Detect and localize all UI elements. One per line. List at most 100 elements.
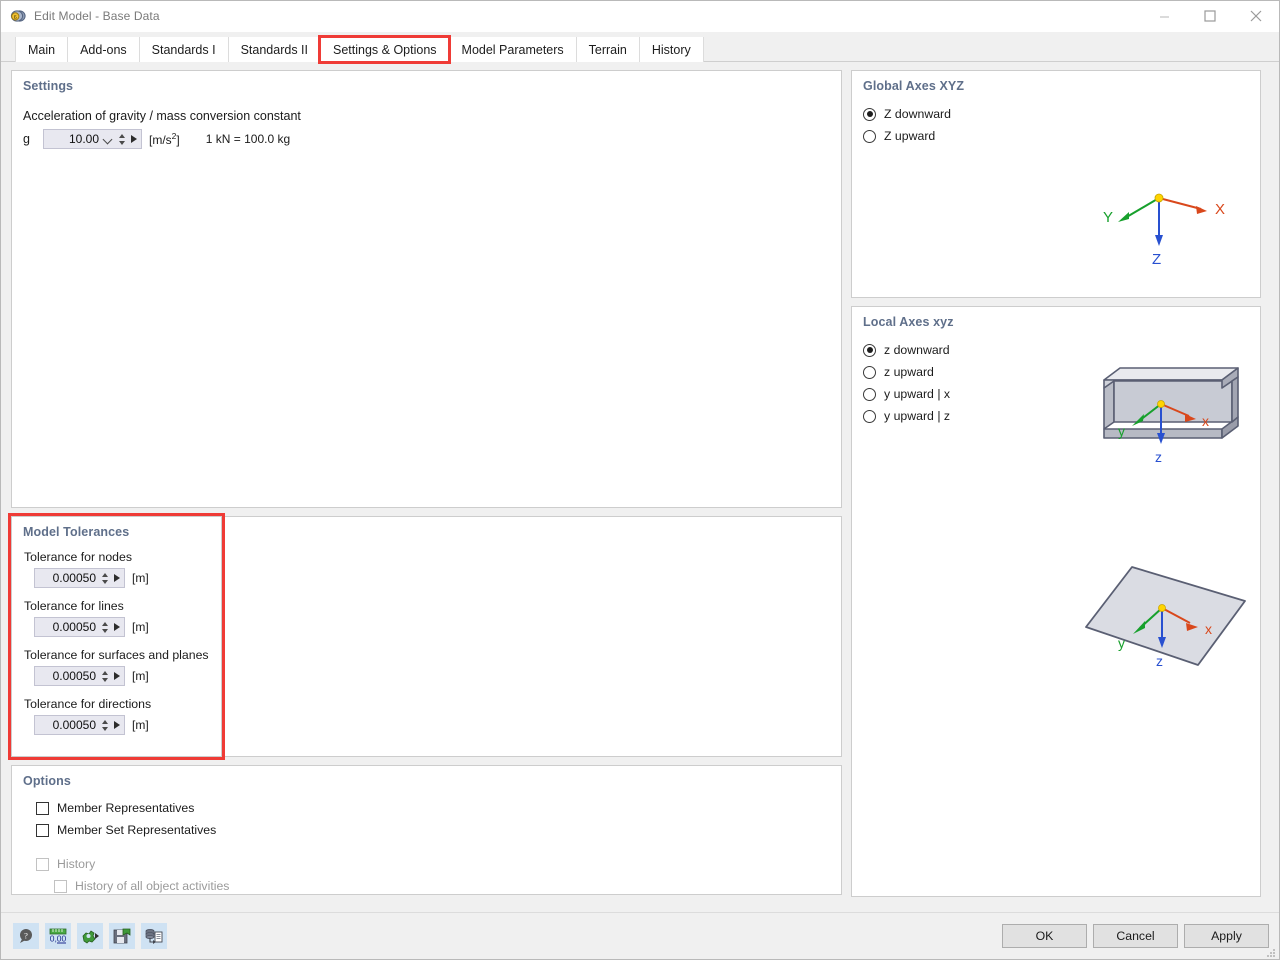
tolerance-directions-value: 0.00050 — [41, 718, 96, 732]
tolerance-group-directions: Tolerance for directions 0.00050 [m] — [12, 686, 221, 735]
spinner-icon[interactable] — [101, 718, 109, 733]
minimize-icon[interactable] — [1141, 1, 1187, 32]
tab-settings-and-options[interactable]: Settings & Options — [320, 37, 449, 62]
units-icon[interactable]: 0,00 — [45, 923, 71, 949]
svg-text:y: y — [1118, 423, 1125, 439]
radio-icon[interactable] — [863, 108, 876, 121]
save-settings-icon[interactable] — [109, 923, 135, 949]
svg-text:?: ? — [24, 931, 28, 941]
settings-panel-title: Settings — [12, 71, 841, 93]
tolerance-lines-label: Tolerance for lines — [24, 599, 221, 613]
tab-model-parameters[interactable]: Model Parameters — [449, 37, 576, 62]
tolerance-directions-input[interactable]: 0.00050 — [34, 715, 125, 735]
global-axes-diagram: X Y Z — [1097, 176, 1247, 281]
option-label: Member Representatives — [57, 801, 194, 815]
settings-arrow-icon[interactable] — [77, 923, 103, 949]
tolerance-surfaces-unit: [m] — [132, 669, 149, 683]
option-member-set-representatives[interactable]: Member Set Representatives — [12, 819, 841, 841]
option-history-all-activities: History of all object activities — [12, 875, 841, 897]
cancel-button[interactable]: Cancel — [1093, 924, 1178, 948]
global-axes-title: Global Axes XYZ — [852, 71, 1260, 93]
tolerances-row: Model Tolerances Tolerance for nodes 0.0… — [11, 516, 842, 757]
tab-standards-ii[interactable]: Standards II — [228, 37, 320, 62]
radio-label: y upward | x — [884, 387, 950, 401]
conversion-note: 1 kN = 100.0 kg — [206, 132, 290, 146]
tolerance-surfaces-label: Tolerance for surfaces and planes — [24, 648, 221, 662]
tolerance-nodes-input[interactable]: 0.00050 — [34, 568, 125, 588]
expand-arrow-icon[interactable] — [114, 721, 120, 729]
checkbox-icon[interactable] — [36, 824, 49, 837]
checkbox-icon[interactable] — [36, 802, 49, 815]
tolerance-nodes-unit: [m] — [132, 571, 149, 585]
spinner-icon[interactable] — [101, 571, 109, 586]
close-icon[interactable] — [1233, 1, 1279, 32]
spinner-icon[interactable] — [118, 132, 126, 147]
svg-text:z: z — [1155, 449, 1162, 465]
options-panel: Options Member Representatives Member Se… — [11, 765, 842, 895]
model-tolerances-panel: Model Tolerances Tolerance for nodes 0.0… — [11, 516, 222, 757]
radio-icon[interactable] — [863, 388, 876, 401]
svg-text:x: x — [1205, 621, 1212, 637]
expand-arrow-icon[interactable] — [131, 135, 137, 143]
chevron-down-icon[interactable] — [104, 135, 113, 144]
tolerance-directions-unit: [m] — [132, 718, 149, 732]
model-cube-icon: 6 — [10, 8, 27, 25]
ok-button[interactable]: OK — [1002, 924, 1087, 948]
toolbar-icons: ? 0,00 — [13, 923, 167, 949]
radio-global-z-downward[interactable]: Z downward — [852, 103, 1260, 125]
right-column: Global Axes XYZ Z downward Z upward X — [851, 70, 1261, 912]
tolerance-surfaces-value: 0.00050 — [41, 669, 96, 683]
expand-arrow-icon[interactable] — [114, 623, 120, 631]
tab-main[interactable]: Main — [15, 37, 67, 62]
help-icon[interactable]: ? — [13, 923, 39, 949]
tolerance-lines-unit: [m] — [132, 620, 149, 634]
maximize-icon[interactable] — [1187, 1, 1233, 32]
tab-terrain[interactable]: Terrain — [576, 37, 639, 62]
gravity-symbol: g — [23, 132, 43, 146]
apply-button[interactable]: Apply — [1184, 924, 1269, 948]
option-history: History — [12, 853, 841, 875]
expand-arrow-icon[interactable] — [114, 574, 120, 582]
window-title: Edit Model - Base Data — [34, 9, 160, 23]
radio-icon[interactable] — [863, 410, 876, 423]
spinner-icon[interactable] — [101, 620, 109, 635]
resize-grip[interactable] — [1265, 945, 1276, 956]
local-axes-beam-diagram: x y z — [1092, 350, 1252, 485]
svg-text:y: y — [1118, 635, 1125, 651]
tolerance-lines-input[interactable]: 0.00050 — [34, 617, 125, 637]
options-panel-title: Options — [12, 766, 841, 788]
option-member-representatives[interactable]: Member Representatives — [12, 797, 841, 819]
tolerances-panel-title: Model Tolerances — [12, 517, 221, 539]
window-controls — [1141, 1, 1279, 32]
radio-global-z-upward[interactable]: Z upward — [852, 125, 1260, 147]
tab-add-ons[interactable]: Add-ons — [67, 37, 139, 62]
option-label: History — [57, 857, 95, 871]
import-data-icon[interactable] — [141, 923, 167, 949]
radio-label: Z downward — [884, 107, 951, 121]
gravity-input[interactable]: 10.00 — [43, 129, 142, 149]
radio-icon[interactable] — [863, 366, 876, 379]
edit-model-window: 6 Edit Model - Base Data Main Add-ons St… — [0, 0, 1280, 960]
expand-arrow-icon[interactable] — [114, 672, 120, 680]
tab-standards-i[interactable]: Standards I — [139, 37, 228, 62]
spinner-icon[interactable] — [101, 669, 109, 684]
tab-history[interactable]: History — [639, 37, 704, 62]
radio-label: Z upward — [884, 129, 935, 143]
svg-text:x: x — [1202, 413, 1209, 429]
radio-icon[interactable] — [863, 130, 876, 143]
tolerance-directions-label: Tolerance for directions — [24, 697, 221, 711]
tolerance-group-lines: Tolerance for lines 0.00050 [m] — [12, 588, 221, 637]
tolerance-group-nodes: Tolerance for nodes 0.00050 [m] — [12, 539, 221, 588]
local-axes-panel: Local Axes xyz z downward z upward y upw… — [851, 306, 1261, 897]
dialog-body: Settings Acceleration of gravity / mass … — [1, 62, 1279, 912]
dialog-buttons: OK Cancel Apply — [1002, 924, 1269, 948]
left-column: Settings Acceleration of gravity / mass … — [11, 70, 842, 912]
local-axes-title: Local Axes xyz — [852, 307, 1260, 329]
radio-label: z downward — [884, 343, 950, 357]
radio-icon[interactable] — [863, 344, 876, 357]
tolerance-lines-value: 0.00050 — [41, 620, 96, 634]
gravity-label: Acceleration of gravity / mass conversio… — [12, 93, 841, 123]
bottom-bar: ? 0,00 — [1, 912, 1279, 959]
radio-label: y upward | z — [884, 409, 950, 423]
tolerance-surfaces-input[interactable]: 0.00050 — [34, 666, 125, 686]
